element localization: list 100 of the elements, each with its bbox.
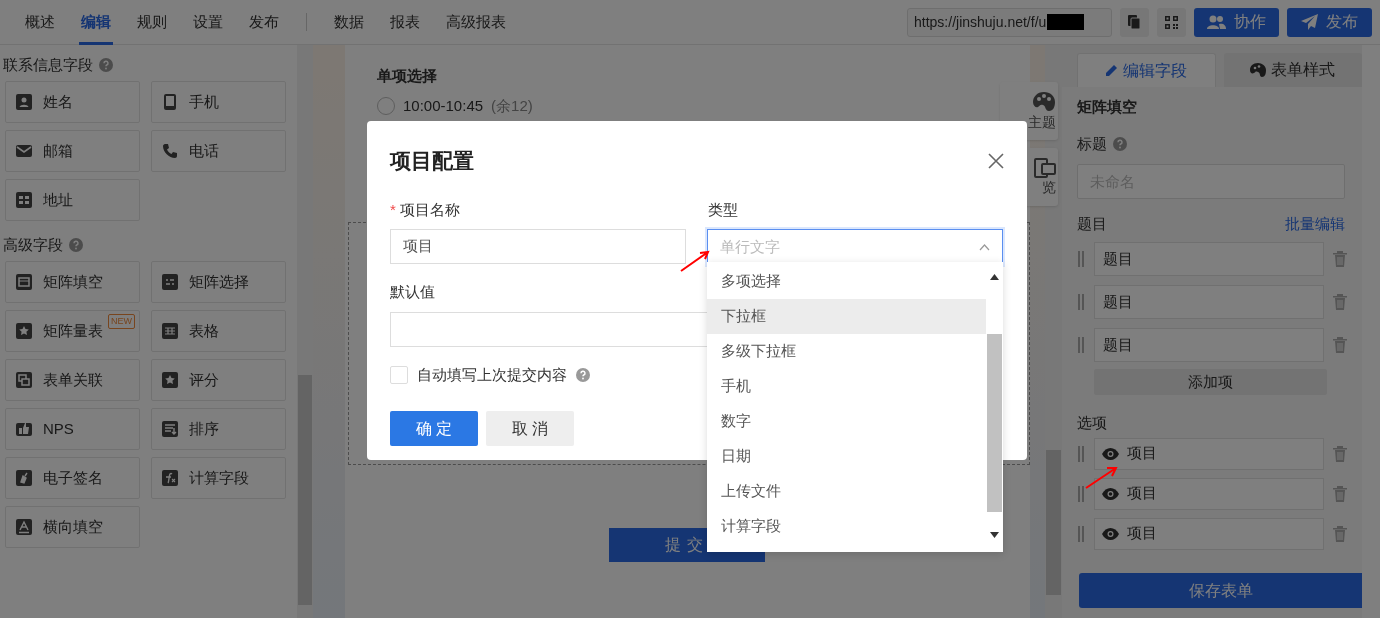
field-label: 题目 [1077,213,1107,234]
question-input[interactable]: 题目 [1094,242,1324,276]
field-label: 标题 [1077,134,1107,154]
field-icon [161,142,179,160]
field-icon [15,142,33,160]
drag-handle-icon[interactable] [1077,444,1085,463]
field-icon [15,273,33,291]
question-input[interactable]: 题目 [1094,285,1324,319]
nav-tab[interactable]: 高级报表 [444,0,508,45]
field-type-button[interactable]: 矩阵选择 [151,261,286,303]
scrollbar-thumb[interactable] [987,334,1002,512]
nav-tab[interactable]: 规则 [135,0,169,45]
publish-button[interactable]: 发布 [1287,7,1372,37]
people-icon [1207,15,1226,29]
palette-icon [1032,91,1056,113]
item-name-input[interactable]: 项目 [390,229,686,264]
new-badge: NEW [108,314,135,329]
palette-icon [1250,63,1267,77]
trash-icon[interactable] [1333,485,1347,502]
field-type-button[interactable]: 表格 [151,310,286,352]
save-form-button[interactable]: 保存表单 [1079,573,1362,608]
option-input[interactable]: 项目 [1094,517,1324,550]
field-type-button[interactable]: 排序 [151,408,286,450]
option-label: 10:00-10:45 [403,95,484,116]
field-icon [15,93,33,111]
nav-tab[interactable]: 数据 [332,0,366,45]
devices-icon [1034,158,1056,178]
field-icon [15,191,33,209]
trash-icon[interactable] [1333,337,1347,353]
collaborate-button[interactable]: 协作 [1194,7,1279,37]
field-type-button[interactable]: 评分 [151,359,286,401]
caret-icon [979,243,990,251]
option-input[interactable]: 项目 [1094,437,1324,470]
checkbox[interactable] [390,365,408,384]
field-icon [161,93,179,111]
batch-edit-link[interactable]: 批量编辑 [1285,212,1345,235]
field-icon [161,420,179,438]
question-input[interactable]: 题目 [1094,328,1324,362]
help-icon [576,367,590,382]
field-type-button[interactable]: 地址 [5,179,140,221]
field-type-button[interactable]: 横向填空 [5,506,140,548]
close-icon[interactable] [988,152,1004,169]
trash-icon[interactable] [1333,445,1347,462]
question-title: 单项选择 [377,66,438,86]
field-type-button[interactable]: 邮箱 [5,130,140,172]
nav-tab[interactable]: 概述 [23,0,57,45]
copy-button[interactable] [1120,7,1149,37]
checkbox-label: 自动填写上次提交内容 [417,364,567,385]
panel-tab[interactable]: 编辑字段 [1077,53,1216,87]
side-tool-label: 主题 [1028,113,1056,131]
panel-tab[interactable]: 表单样式 [1223,53,1362,87]
eye-icon[interactable] [1102,487,1119,500]
option-input[interactable]: 项目 [1094,477,1324,510]
dialog-title: 项目配置 [390,148,474,174]
field-type-button[interactable]: 计算字段 [151,457,286,499]
field-icon [15,469,33,487]
drag-handle-icon[interactable] [1077,336,1085,354]
field-type-button[interactable]: NPS [5,408,140,450]
scroll-up-icon[interactable] [990,274,999,280]
eye-icon[interactable] [1102,447,1119,460]
remaining-count: (余12) [491,95,533,116]
field-label: 选项 [1077,413,1108,433]
confirm-button[interactable]: 确 定 [390,411,478,446]
field-type-button[interactable]: 姓名 [5,81,140,123]
scroll-down-icon[interactable] [990,532,999,538]
drag-handle-icon[interactable] [1077,293,1085,311]
trash-icon[interactable] [1333,525,1347,542]
field-type-button[interactable]: 电子签名 [5,457,140,499]
field-label: 项目名称 [399,199,460,220]
eye-icon[interactable] [1102,527,1119,540]
nav-tab[interactable]: 设置 [191,0,225,45]
trash-icon[interactable] [1333,251,1347,267]
field-type-button[interactable]: 矩阵量表 NEW [5,310,140,352]
redaction-mark [1047,14,1085,30]
field-type-button[interactable]: 表单关联 [5,359,140,401]
scrollbar-thumb[interactable] [298,375,312,605]
field-icon [15,518,33,536]
qr-code-icon [1165,15,1178,29]
drag-handle-icon[interactable] [1077,484,1085,503]
add-item-button[interactable]: 添加项 [1094,369,1327,395]
nav-tab[interactable]: 报表 [388,0,422,45]
field-label: 默认值 [390,282,435,302]
nav-tab[interactable]: 发布 [247,0,281,45]
trash-icon[interactable] [1333,294,1347,310]
field-type-button[interactable]: 手机 [151,81,286,123]
url-text: https://jinshuju.net/f/u [914,12,1047,32]
field-type-title: 矩阵填空 [1077,96,1138,117]
dropdown-option[interactable]: 下拉框 [707,299,986,334]
url-field[interactable]: https://jinshuju.net/f/u [907,7,1112,37]
cancel-button[interactable]: 取 消 [486,411,574,446]
help-icon [99,58,113,72]
field-icon [15,420,33,438]
copy-icon [1128,14,1141,30]
drag-handle-icon[interactable] [1077,250,1085,268]
qr-code-button[interactable] [1157,7,1186,37]
field-type-button[interactable]: 电话 [151,130,286,172]
drag-handle-icon[interactable] [1077,524,1085,543]
field-type-button[interactable]: 矩阵填空 [5,261,140,303]
section-title: 高级字段 [3,234,63,255]
help-icon [1113,137,1127,152]
